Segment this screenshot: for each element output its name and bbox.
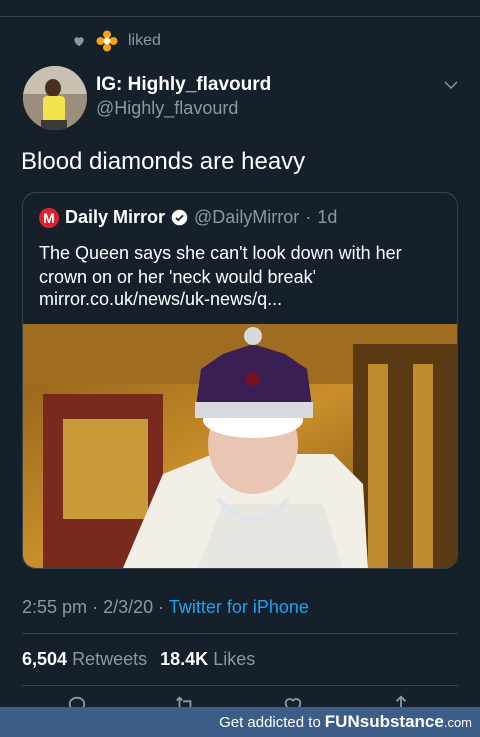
author-name[interactable]: IG: Highly_flavourd: [96, 74, 271, 96]
tweet-source-link[interactable]: Twitter for iPhone: [169, 597, 309, 617]
divider: [22, 685, 458, 686]
meta-separator-2: ·: [158, 597, 165, 617]
daily-mirror-logo: M: [39, 207, 59, 228]
tweet-date: 2/3/20: [103, 597, 154, 617]
divider: [22, 633, 458, 634]
social-context[interactable]: liked: [72, 30, 161, 52]
quoted-author-name[interactable]: Daily Mirror: [65, 207, 165, 228]
quoted-text: The Queen says she can't look down with …: [39, 243, 402, 287]
quoted-separator: ·: [305, 207, 312, 227]
tweet-meta: 2:55 pm · 2/3/20 · Twitter for iPhone: [22, 597, 309, 618]
meta-separator: ·: [92, 597, 99, 617]
author-handle[interactable]: @Highly_flavourd: [96, 98, 238, 119]
tweet-text: Blood diamonds are heavy: [21, 148, 306, 175]
quoted-tweet[interactable]: M Daily Mirror @DailyMirror · 1d The Que…: [22, 192, 458, 569]
watermark-brand: FUNsubstance: [324, 712, 444, 731]
heart-icon: [74, 37, 84, 47]
like-count[interactable]: 18.4K: [160, 649, 208, 669]
watermark-prefix: Get addicted to: [219, 713, 321, 731]
top-divider: [0, 16, 480, 17]
quoted-time: 1d: [317, 207, 338, 227]
chevron-down-icon[interactable]: [442, 76, 460, 94]
quoted-photo[interactable]: [23, 324, 457, 568]
avatar[interactable]: [23, 66, 87, 130]
likes-label[interactable]: Likes: [213, 649, 255, 669]
liked-label: liked: [128, 32, 161, 49]
watermark-domain: .com: [443, 714, 472, 730]
quoted-link[interactable]: mirror.co.uk/news/uk-news/q...: [39, 289, 282, 310]
retweets-label[interactable]: Retweets: [72, 649, 147, 669]
watermark-banner: Get addicted to FUNsubstance .com: [0, 707, 480, 737]
quoted-author-handle[interactable]: @DailyMirror: [194, 207, 299, 228]
quoted-tweet-header: M Daily Mirror @DailyMirror · 1d: [39, 207, 337, 228]
flower-avatar-icon: [96, 30, 118, 52]
tweet-stats: 6,504 Retweets 18.4K Likes: [22, 649, 263, 670]
verified-badge-icon: [171, 209, 188, 226]
tweet-time: 2:55 pm: [22, 597, 88, 617]
retweet-count[interactable]: 6,504: [22, 649, 67, 669]
